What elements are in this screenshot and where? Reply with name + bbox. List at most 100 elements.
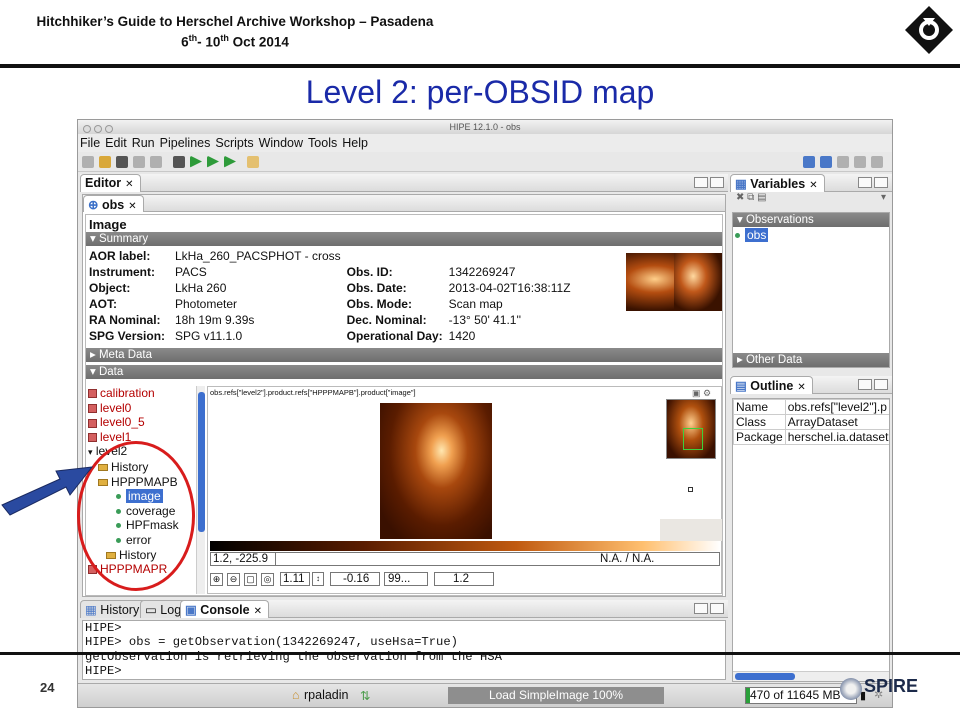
summary-bar[interactable]: ▾ Summary [86, 232, 722, 246]
page-number: 24 [40, 680, 55, 695]
outline-tab[interactable]: ▤ Outline ✕ [730, 376, 813, 394]
run-icon[interactable] [190, 155, 202, 168]
outline-row[interactable]: Name obs.refs["level2"].p [733, 399, 889, 415]
console-line: HIPE> obs = getObservation(1342269247, u… [85, 635, 458, 650]
menu-edit[interactable]: Edit [105, 136, 127, 150]
step-icon[interactable] [224, 155, 236, 168]
zoom-stepper[interactable]: ↕ [312, 572, 324, 586]
open-folder-icon[interactable] [99, 155, 111, 168]
clear-icon[interactable] [247, 155, 259, 168]
overview-thumbnail[interactable] [666, 399, 716, 459]
copy-icon[interactable]: ▣ [692, 388, 701, 398]
slide-title: Level 2: per-OBSID map [305, 74, 655, 110]
tree-item-level0-5[interactable]: level0_5 [88, 415, 196, 430]
outline-pane: ▤ Outline ✕ Name obs.refs["level2"].p Class… [730, 376, 892, 682]
variable-obs[interactable]: obs [733, 227, 889, 243]
window-title: HIPE 12.1.0 - obs [449, 122, 521, 132]
variables-window-buttons[interactable] [856, 177, 888, 188]
console-output[interactable]: HIPE> HIPE> obs = getObservation(1342269… [82, 620, 726, 680]
summary-cell: AOR label: [89, 249, 151, 263]
user-name: rpaladin [304, 688, 349, 702]
menu-run[interactable]: Run [132, 136, 155, 150]
outline-window-buttons[interactable] [856, 379, 888, 390]
close-icon[interactable]: ✕ [128, 201, 136, 212]
copy-icon[interactable]: ⧉ [747, 192, 754, 203]
close-icon[interactable]: ✕ [254, 606, 262, 617]
cut-min-field[interactable]: -0.16 [330, 572, 380, 586]
zoom-fit-icon[interactable]: ▢ [244, 572, 257, 586]
run-all-icon[interactable] [207, 155, 219, 168]
cut-max-field[interactable]: 1.2 [434, 572, 494, 586]
status-bar: ⌂ rpaladin ⇅ Load SimpleImage 100% 470 o… [78, 683, 892, 707]
delete-icon[interactable]: ✖ [736, 192, 744, 203]
tree-item-calibration[interactable]: calibration [88, 386, 196, 401]
menu-pipelines[interactable]: Pipelines [160, 136, 211, 150]
menu-scripts[interactable]: Scripts [215, 136, 253, 150]
close-icon[interactable]: ✕ [125, 179, 133, 190]
close-icon[interactable]: ✕ [809, 180, 817, 191]
folder-icon [88, 403, 97, 413]
obs-tab[interactable]: ⊕ obs ✕ [83, 195, 144, 212]
zoom-out-icon[interactable]: ⊖ [227, 572, 240, 586]
perspective-icon[interactable] [803, 156, 815, 168]
outline-tabrow: ▤ Outline ✕ [730, 376, 892, 394]
spire-logo-mark [840, 678, 862, 700]
outline-row[interactable]: Class ArrayDataset [733, 414, 889, 430]
herschel-logo [905, 6, 953, 54]
data-bar[interactable]: ▾ Data [86, 365, 722, 379]
summary-cell: Dec. Nominal: [346, 313, 427, 327]
summary-cell: 1342269247 [448, 265, 516, 279]
save-icon[interactable] [116, 155, 128, 168]
close-icon[interactable]: ✕ [797, 382, 805, 393]
search-icon[interactable] [837, 156, 849, 168]
variables-toolbar: ✖ ⧉ ▤ ▾ [730, 192, 892, 208]
viewport-marker[interactable] [683, 428, 703, 450]
tree-item-level0[interactable]: level0 [88, 401, 196, 416]
summary-cell: Instrument: [89, 265, 155, 279]
annotation-arrow [1, 466, 94, 516]
history-icon: ▦ [85, 603, 97, 617]
menu-help[interactable]: Help [342, 136, 368, 150]
menu-tools[interactable]: Tools [308, 136, 337, 150]
task-progress: Load SimpleImage 100% [448, 687, 664, 704]
new-file-icon[interactable] [82, 155, 94, 168]
pixel-value-box [276, 552, 720, 566]
console-icon: ▣ [185, 603, 197, 617]
observations-bar[interactable]: ▾ Observations [733, 213, 889, 227]
workbench-icon[interactable] [820, 156, 832, 168]
stop-icon[interactable] [173, 155, 185, 168]
window-controls[interactable] [83, 123, 116, 137]
zoom-in-icon[interactable]: ⊕ [210, 572, 223, 586]
menu-window[interactable]: Window [259, 136, 303, 150]
map-image[interactable] [380, 403, 492, 539]
cut-percent-select[interactable]: 99... [384, 572, 428, 586]
outline-row[interactable]: Package herschel.ia.dataset [733, 429, 889, 445]
meta-data-bar[interactable]: ▸ Meta Data [86, 348, 722, 362]
grey-panel [660, 519, 722, 541]
variables-tab[interactable]: ▦ Variables ✕ [730, 174, 825, 192]
filter-icon[interactable]: ▤ [757, 192, 766, 203]
menu-file[interactable]: File [80, 136, 100, 150]
zoom-reset-icon[interactable]: ◎ [261, 572, 274, 586]
save-all-icon[interactable] [133, 155, 145, 168]
zoom-field[interactable]: 1.11 [280, 572, 310, 586]
tree-scrollbar[interactable] [196, 386, 205, 594]
view-icon[interactable] [854, 156, 866, 168]
tools-icon[interactable] [871, 156, 883, 168]
settings-icon[interactable]: ⚙ [703, 388, 711, 398]
print-icon[interactable] [150, 155, 162, 168]
tab-history[interactable]: ▦ History [80, 600, 147, 618]
summary-cell: -13° 50' 41.1'' [448, 313, 522, 327]
other-data-bar[interactable]: ▸ Other Data [733, 353, 889, 367]
outline-cell: Class [733, 414, 786, 430]
dropdown-icon[interactable]: ▾ [881, 192, 886, 203]
window-titlebar: HIPE 12.1.0 - obs [78, 120, 892, 134]
tab-console[interactable]: ▣ Console ✕ [180, 600, 269, 618]
menu-bar: File Edit Run Pipelines Scripts Window T… [78, 134, 892, 152]
editor-window-buttons[interactable] [692, 177, 724, 188]
thumbnail-icons: ▣ ⚙ [692, 388, 711, 399]
header-rule [0, 64, 960, 68]
variable-icon [735, 233, 740, 238]
editor-tab[interactable]: Editor ✕ [80, 174, 141, 192]
console-window-buttons[interactable] [692, 603, 724, 614]
